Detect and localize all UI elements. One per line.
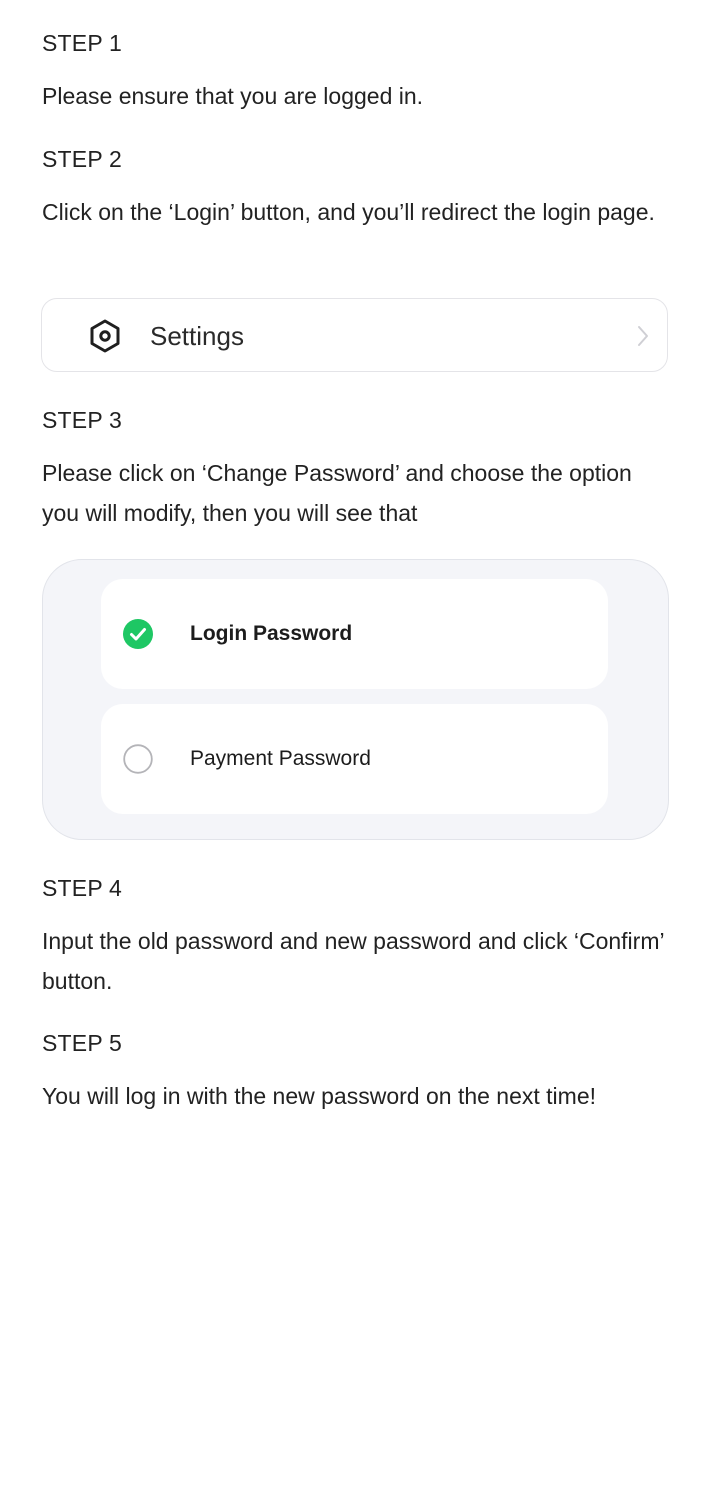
settings-row[interactable]: Settings bbox=[41, 298, 668, 372]
password-options-panel: Login Password Payment Password bbox=[42, 559, 669, 840]
option-label: Payment Password bbox=[190, 747, 371, 770]
radio-unchecked-icon bbox=[123, 744, 153, 774]
step-4-title: STEP 4 bbox=[42, 875, 123, 901]
step-1-text: Please ensure that you are logged in. bbox=[42, 83, 424, 109]
step-3-title: STEP 3 bbox=[42, 407, 123, 433]
option-login-password[interactable]: Login Password bbox=[101, 579, 608, 689]
settings-label: Settings bbox=[150, 321, 244, 351]
step-5-title: STEP 5 bbox=[42, 1030, 123, 1056]
step-2-text: Click on the ‘Login’ button, and you’ll … bbox=[42, 199, 655, 225]
check-circle-icon bbox=[123, 619, 153, 649]
option-payment-password[interactable]: Payment Password bbox=[101, 704, 608, 814]
option-label: Login Password bbox=[190, 622, 353, 645]
step-1-title: STEP 1 bbox=[42, 30, 123, 56]
step-2-title: STEP 2 bbox=[42, 146, 123, 172]
step-4-text: Input the old password and new password … bbox=[42, 928, 664, 994]
chevron-right-icon bbox=[638, 326, 648, 346]
step-3-text: Please click on ‘Change Password’ and ch… bbox=[42, 460, 632, 526]
instructions-page: STEP 1 Please ensure that you are logged… bbox=[0, 0, 708, 1498]
settings-hex-icon bbox=[90, 319, 120, 353]
step-5-text: You will log in with the new password on… bbox=[42, 1083, 597, 1109]
